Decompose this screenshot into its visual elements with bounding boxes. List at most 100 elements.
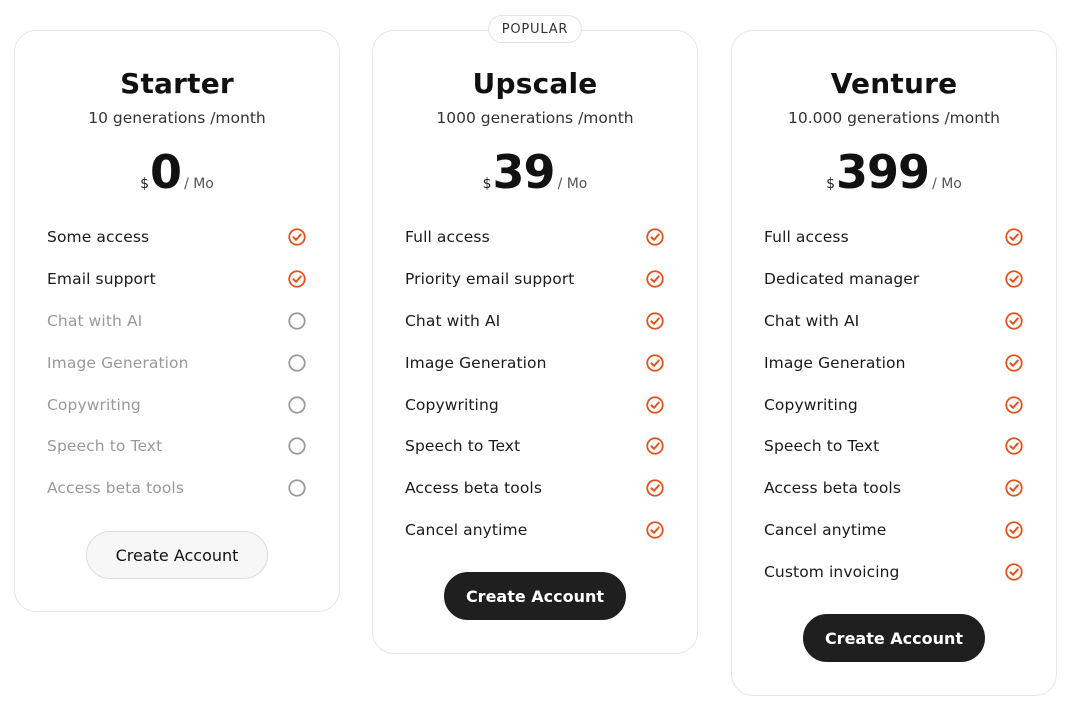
- price-period: / Mo: [932, 176, 962, 192]
- feature-label: Copywriting: [47, 395, 141, 414]
- feature-item: Access beta tools: [47, 467, 306, 509]
- empty-circle-icon: [288, 479, 306, 497]
- price-currency: $: [140, 176, 150, 192]
- feature-label: Priority email support: [405, 269, 575, 288]
- feature-item: Speech to Text: [47, 425, 306, 467]
- feature-list: Some access Email support Chat with AI Imag…: [47, 216, 306, 509]
- feature-label: Access beta tools: [764, 479, 901, 498]
- feature-label: Chat with AI: [47, 311, 143, 330]
- feature-label: Dedicated manager: [764, 269, 920, 288]
- feature-item: Image Generation: [47, 342, 306, 384]
- check-circle-icon: [288, 270, 306, 288]
- price-period: / Mo: [184, 176, 214, 192]
- popular-badge: POPULAR: [488, 15, 582, 43]
- feature-item: Dedicated manager: [764, 258, 1023, 300]
- check-circle-icon: [646, 479, 664, 497]
- plan-card-venture: Venture 10.000 generations /month $ 399 …: [731, 30, 1057, 696]
- check-circle-icon: [1005, 563, 1023, 581]
- check-circle-icon: [646, 312, 664, 330]
- feature-label: Chat with AI: [764, 311, 860, 330]
- feature-item: Custom invoicing: [764, 551, 1023, 593]
- feature-item: Copywriting: [47, 384, 306, 426]
- price-amount: 0: [150, 145, 182, 199]
- check-circle-icon: [1005, 270, 1023, 288]
- empty-circle-icon: [288, 395, 306, 414]
- check-circle-icon: [1005, 353, 1023, 372]
- feature-label: Speech to Text: [47, 437, 163, 456]
- feature-label: Custom invoicing: [764, 563, 900, 582]
- feature-label: Full access: [405, 227, 490, 246]
- feature-item: Access beta tools: [764, 467, 1023, 509]
- price: $ 39 / Mo: [373, 149, 697, 209]
- feature-item: Full access: [764, 216, 1023, 258]
- check-circle-icon: [288, 228, 306, 246]
- feature-item: Priority email support: [405, 258, 664, 300]
- feature-label: Email support: [47, 269, 156, 288]
- feature-item: Chat with AI: [764, 300, 1023, 342]
- feature-label: Chat with AI: [405, 311, 501, 330]
- plan-name: Upscale: [472, 67, 598, 100]
- feature-label: Image Generation: [47, 353, 189, 372]
- price-currency: $: [826, 176, 836, 192]
- check-circle-icon: [646, 228, 664, 246]
- feature-item: Some access: [47, 216, 306, 258]
- empty-circle-icon: [288, 312, 306, 330]
- price-amount: 399: [836, 145, 930, 199]
- feature-item: Speech to Text: [764, 425, 1023, 467]
- price: $ 399 / Mo: [732, 149, 1056, 209]
- plan-quota: 10 generations /month: [88, 109, 266, 127]
- feature-label: Cancel anytime: [764, 521, 887, 540]
- check-circle-icon: [646, 270, 664, 288]
- check-circle-icon: [1005, 228, 1023, 246]
- feature-item: Chat with AI: [47, 300, 306, 342]
- feature-item: Copywriting: [405, 384, 664, 426]
- check-circle-icon: [1005, 479, 1023, 497]
- empty-circle-icon: [288, 353, 306, 372]
- feature-label: Some access: [47, 227, 150, 246]
- feature-label: Image Generation: [405, 353, 547, 372]
- price: $ 0 / Mo: [15, 149, 339, 209]
- feature-label: Speech to Text: [764, 437, 880, 456]
- feature-label: Access beta tools: [47, 479, 184, 498]
- check-circle-icon: [646, 437, 664, 456]
- plan-card-upscale: Upscale 1000 generations /month $ 39 / M…: [372, 30, 698, 654]
- check-circle-icon: [1005, 437, 1023, 456]
- feature-item: Speech to Text: [405, 425, 664, 467]
- create-account-button[interactable]: Create Account: [444, 572, 626, 620]
- feature-label: Copywriting: [764, 395, 858, 414]
- pricing-section: POPULAR Starter 10 generations /month $ …: [0, 0, 1070, 707]
- feature-item: Access beta tools: [405, 467, 664, 509]
- empty-circle-icon: [288, 437, 306, 456]
- feature-label: Cancel anytime: [405, 521, 528, 540]
- feature-item: Full access: [405, 216, 664, 258]
- feature-item: Copywriting: [764, 384, 1023, 426]
- feature-item: Chat with AI: [405, 300, 664, 342]
- price-currency: $: [482, 176, 492, 192]
- check-circle-icon: [1005, 312, 1023, 330]
- plan-name: Starter: [120, 67, 234, 100]
- feature-item: Image Generation: [405, 342, 664, 384]
- feature-item: Image Generation: [764, 342, 1023, 384]
- plan-quota: 10.000 generations /month: [788, 109, 1000, 127]
- check-circle-icon: [1005, 521, 1023, 539]
- feature-list: Full access Priority email support Chat wi…: [405, 216, 664, 551]
- check-circle-icon: [646, 395, 664, 414]
- feature-label: Image Generation: [764, 353, 906, 372]
- feature-item: Cancel anytime: [764, 509, 1023, 551]
- create-account-button[interactable]: Create Account: [803, 614, 985, 662]
- check-circle-icon: [646, 521, 664, 539]
- feature-item: Email support: [47, 258, 306, 300]
- plan-card-starter: Starter 10 generations /month $ 0 / Mo S…: [14, 30, 340, 612]
- feature-list: Full access Dedicated manager Chat with AI…: [764, 216, 1023, 593]
- check-circle-icon: [646, 353, 664, 372]
- feature-label: Copywriting: [405, 395, 499, 414]
- plan-quota: 1000 generations /month: [436, 109, 634, 127]
- price-amount: 39: [492, 145, 556, 199]
- price-period: / Mo: [557, 176, 588, 192]
- feature-label: Speech to Text: [405, 437, 521, 456]
- check-circle-icon: [1005, 395, 1023, 414]
- create-account-button[interactable]: Create Account: [86, 531, 268, 579]
- feature-label: Full access: [764, 227, 849, 246]
- feature-label: Access beta tools: [405, 479, 542, 498]
- plan-name: Venture: [830, 67, 958, 100]
